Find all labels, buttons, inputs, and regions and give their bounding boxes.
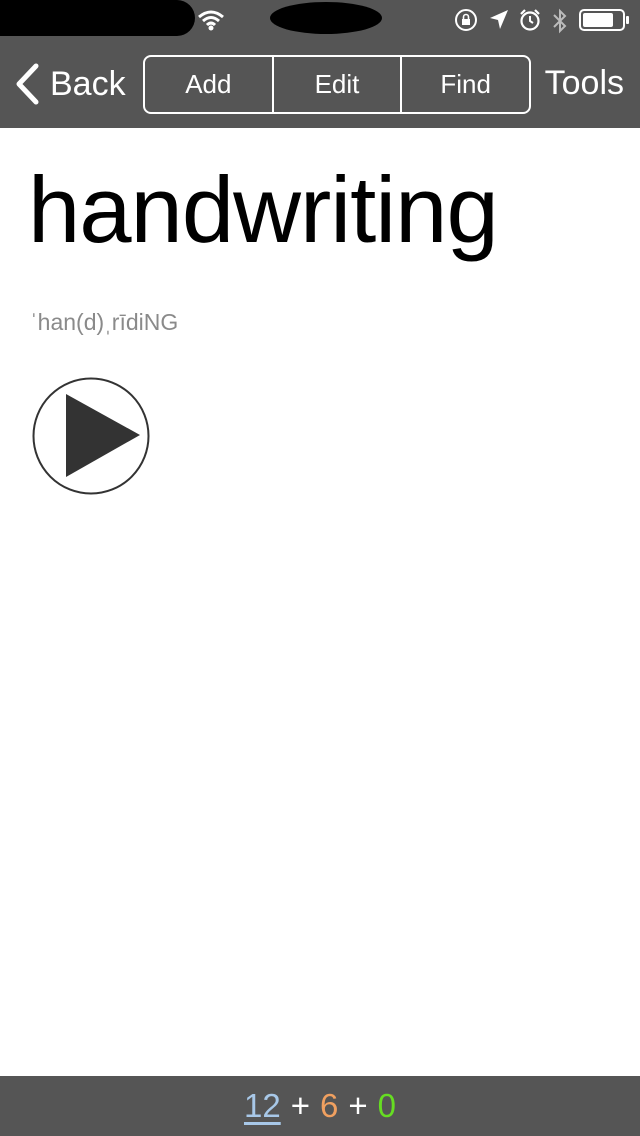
- status-bar: [0, 0, 640, 40]
- tools-button[interactable]: Tools: [545, 64, 624, 103]
- learning-count[interactable]: 6: [320, 1087, 338, 1125]
- plus-sign: +: [348, 1087, 368, 1124]
- alarm-icon: [520, 9, 540, 31]
- wifi-icon: [198, 10, 224, 31]
- back-button[interactable]: Back: [14, 62, 126, 106]
- play-icon[interactable]: [32, 377, 150, 495]
- segmented-control: Add Edit Find: [143, 55, 531, 114]
- bottom-counter-bar: 12 + 6 + 0: [0, 1076, 640, 1136]
- bluetooth-icon: [553, 8, 567, 34]
- location-arrow-icon: [490, 10, 508, 29]
- rotation-lock-icon: [455, 9, 477, 31]
- new-count[interactable]: 12: [244, 1087, 281, 1125]
- pronunciation: ˈhan(d)ˌrīdiNG: [30, 309, 179, 335]
- navigation-bar: Back Add Edit Find Tools: [0, 40, 640, 128]
- redacted-carrier: [0, 0, 195, 36]
- add-segment[interactable]: Add: [145, 57, 272, 112]
- chevron-left-icon: [16, 63, 39, 105]
- battery-icon: [579, 9, 629, 31]
- review-count[interactable]: 0: [378, 1087, 396, 1125]
- entry-word: handwriting: [28, 157, 499, 262]
- plus-sign: +: [290, 1087, 310, 1124]
- back-label: Back: [50, 64, 126, 103]
- redacted-time: [270, 2, 382, 34]
- edit-segment[interactable]: Edit: [271, 57, 401, 112]
- find-segment[interactable]: Find: [400, 57, 529, 112]
